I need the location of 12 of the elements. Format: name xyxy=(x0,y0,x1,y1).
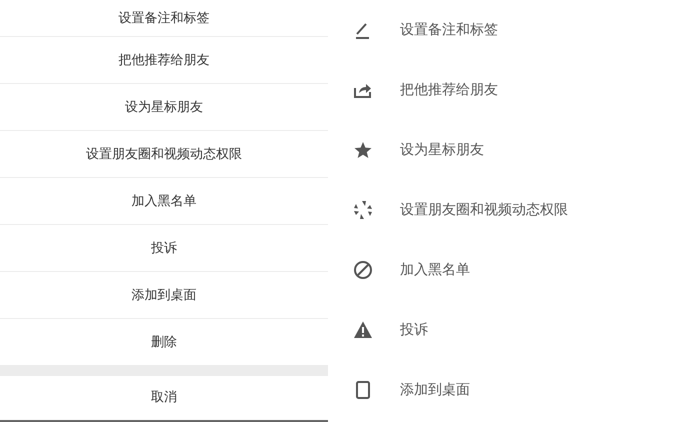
menu-item[interactable]: 投诉 xyxy=(400,321,428,339)
menu-item[interactable]: 添加到桌面 xyxy=(400,381,470,399)
menu-item[interactable]: 把他推荐给朋友 xyxy=(400,81,498,99)
block-icon xyxy=(353,260,373,280)
star-icon xyxy=(353,140,373,160)
menu-item[interactable]: 设置备注和标签 xyxy=(400,21,498,39)
menu-item[interactable]: 设为星标朋友 xyxy=(400,141,484,159)
square-icon xyxy=(353,380,373,400)
menu-item[interactable]: 加入黑名单 xyxy=(400,261,470,279)
warning-icon xyxy=(353,320,373,340)
aperture-icon xyxy=(353,200,373,220)
menu-item[interactable]: 设置朋友圈和视频动态权限 xyxy=(400,201,568,219)
